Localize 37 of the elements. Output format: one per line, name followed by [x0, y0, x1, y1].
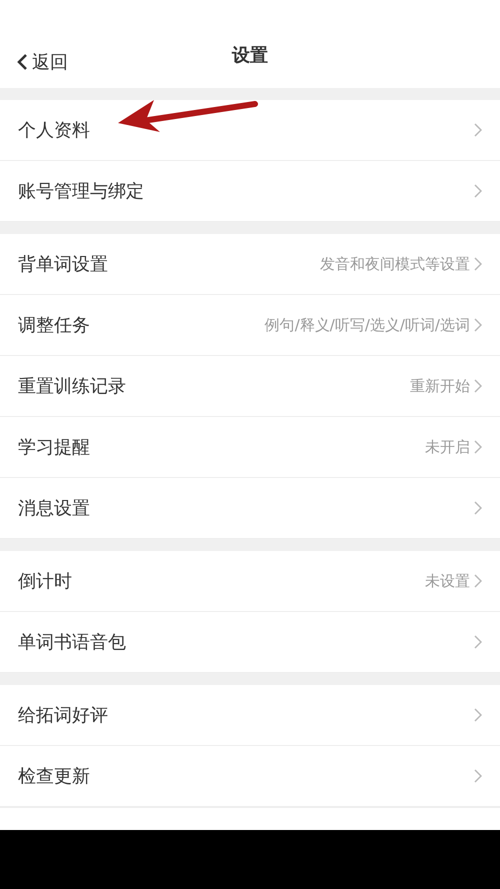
chevron-icon: [474, 184, 482, 198]
settings-row[interactable]: 调整任务 例句/释义/听写/选义/听词/选词: [0, 295, 500, 356]
row-label: 调整任务: [18, 314, 91, 337]
chevron-icon: [474, 635, 482, 649]
row-label: 检查更新: [18, 765, 91, 788]
settings-row[interactable]: 倒计时 未设置: [0, 551, 500, 612]
back-button[interactable]: 返回: [16, 50, 68, 74]
chevron-icon: [474, 379, 482, 393]
row-label: 背单词设置: [18, 253, 109, 276]
row-value: 例句/释义/听写/选义/听词/选词: [264, 316, 470, 334]
row-label: 重置训练记录: [18, 375, 127, 398]
chevron-icon: [474, 501, 482, 515]
settings-row[interactable]: 重置训练记录 重新开始: [0, 356, 500, 417]
settings-row[interactable]: 检查更新: [0, 746, 500, 807]
row-label: 给拓词好评: [18, 704, 109, 727]
row-value: 发音和夜间模式等设置: [320, 254, 470, 274]
chevron-icon: [474, 574, 482, 588]
row-value: 未设置: [425, 572, 470, 590]
row-value: 重新开始: [410, 376, 470, 396]
chevron-icon: [474, 257, 482, 271]
row-label: 单词书语音包: [18, 631, 127, 654]
chevron-icon: [474, 318, 482, 332]
settings-row[interactable]: 背单词设置 发音和夜间模式等设置: [0, 234, 500, 295]
back-icon: [16, 53, 28, 71]
row-label: 学习提醒: [18, 436, 91, 459]
settings-row[interactable]: 学习提醒 未开启: [0, 417, 500, 478]
row-label: 账号管理与绑定: [18, 180, 145, 203]
settings-row[interactable]: 给拓词好评: [0, 685, 500, 746]
chevron-icon: [474, 123, 482, 137]
row-value: 未开启: [425, 438, 470, 456]
page-title: 设置: [232, 44, 268, 67]
row-label: 倒计时: [18, 570, 73, 593]
chevron-icon: [474, 708, 482, 722]
row-label: 消息设置: [18, 497, 91, 520]
row-label: 个人资料: [18, 119, 91, 142]
chevron-icon: [474, 769, 482, 783]
chevron-icon: [474, 440, 482, 454]
